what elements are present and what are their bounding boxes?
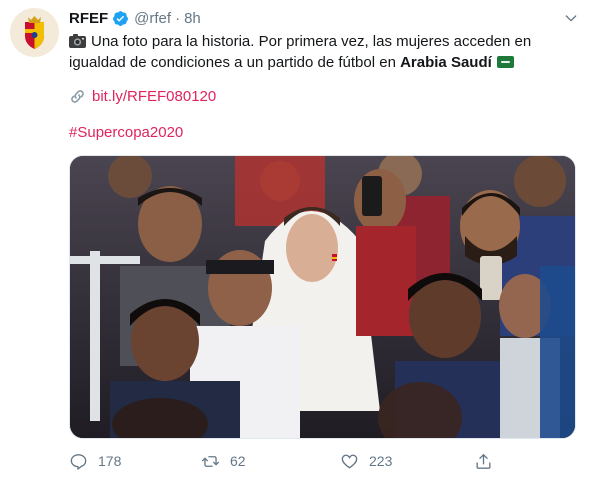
- retweet-icon: [201, 455, 220, 467]
- reply-button[interactable]: 178: [69, 450, 121, 472]
- heart-icon: [341, 454, 358, 469]
- avatar[interactable]: [10, 8, 59, 57]
- tweet-text-line-1-content: Una foto para la historia. Por primera v…: [91, 33, 532, 50]
- tweet-text-bold-location: Arabia Saudí: [400, 54, 492, 71]
- tweet-header: RFEF @rfef · 8h: [69, 8, 201, 28]
- tweet-text-line-2: igualdad de condiciones a un partido de …: [69, 52, 575, 73]
- tweet-link-line: bit.ly/RFEF080120: [69, 86, 216, 107]
- chevron-down-icon[interactable]: [563, 10, 579, 26]
- verified-badge-icon: [113, 10, 129, 26]
- hashtag-link[interactable]: #Supercopa2020: [69, 124, 183, 141]
- tweet-photo[interactable]: [69, 155, 576, 439]
- display-name[interactable]: RFEF: [69, 10, 108, 27]
- tweet-actions: 178 62 223: [69, 450, 499, 472]
- tweet-url-link[interactable]: bit.ly/RFEF080120: [92, 88, 216, 105]
- like-button[interactable]: 223: [340, 450, 392, 472]
- camera-emoji-icon: [69, 34, 86, 48]
- reply-icon: [70, 453, 87, 470]
- tweet-text-line-1: Una foto para la historia. Por primera v…: [69, 31, 575, 52]
- retweet-count: 62: [230, 453, 246, 469]
- share-icon: [476, 453, 491, 469]
- like-count: 223: [369, 453, 393, 469]
- tweet-card[interactable]: RFEF @rfef · 8h Una foto para la histori…: [0, 0, 589, 482]
- share-button[interactable]: [474, 450, 493, 472]
- stadium-crowd-photo: [70, 156, 575, 438]
- handle[interactable]: @rfef: [134, 10, 171, 27]
- tweet-text: Una foto para la historia. Por primera v…: [69, 31, 575, 73]
- saudi-flag-emoji-icon: [496, 56, 514, 68]
- link-icon: [71, 90, 84, 103]
- tweet-text-line-2-content: igualdad de condiciones a un partido de …: [69, 54, 401, 71]
- timestamp[interactable]: 8h: [184, 10, 201, 27]
- rfef-crest-icon: [10, 8, 59, 57]
- separator-dot: ·: [175, 9, 181, 27]
- retweet-button[interactable]: 62: [201, 450, 246, 472]
- reply-count: 178: [98, 453, 122, 469]
